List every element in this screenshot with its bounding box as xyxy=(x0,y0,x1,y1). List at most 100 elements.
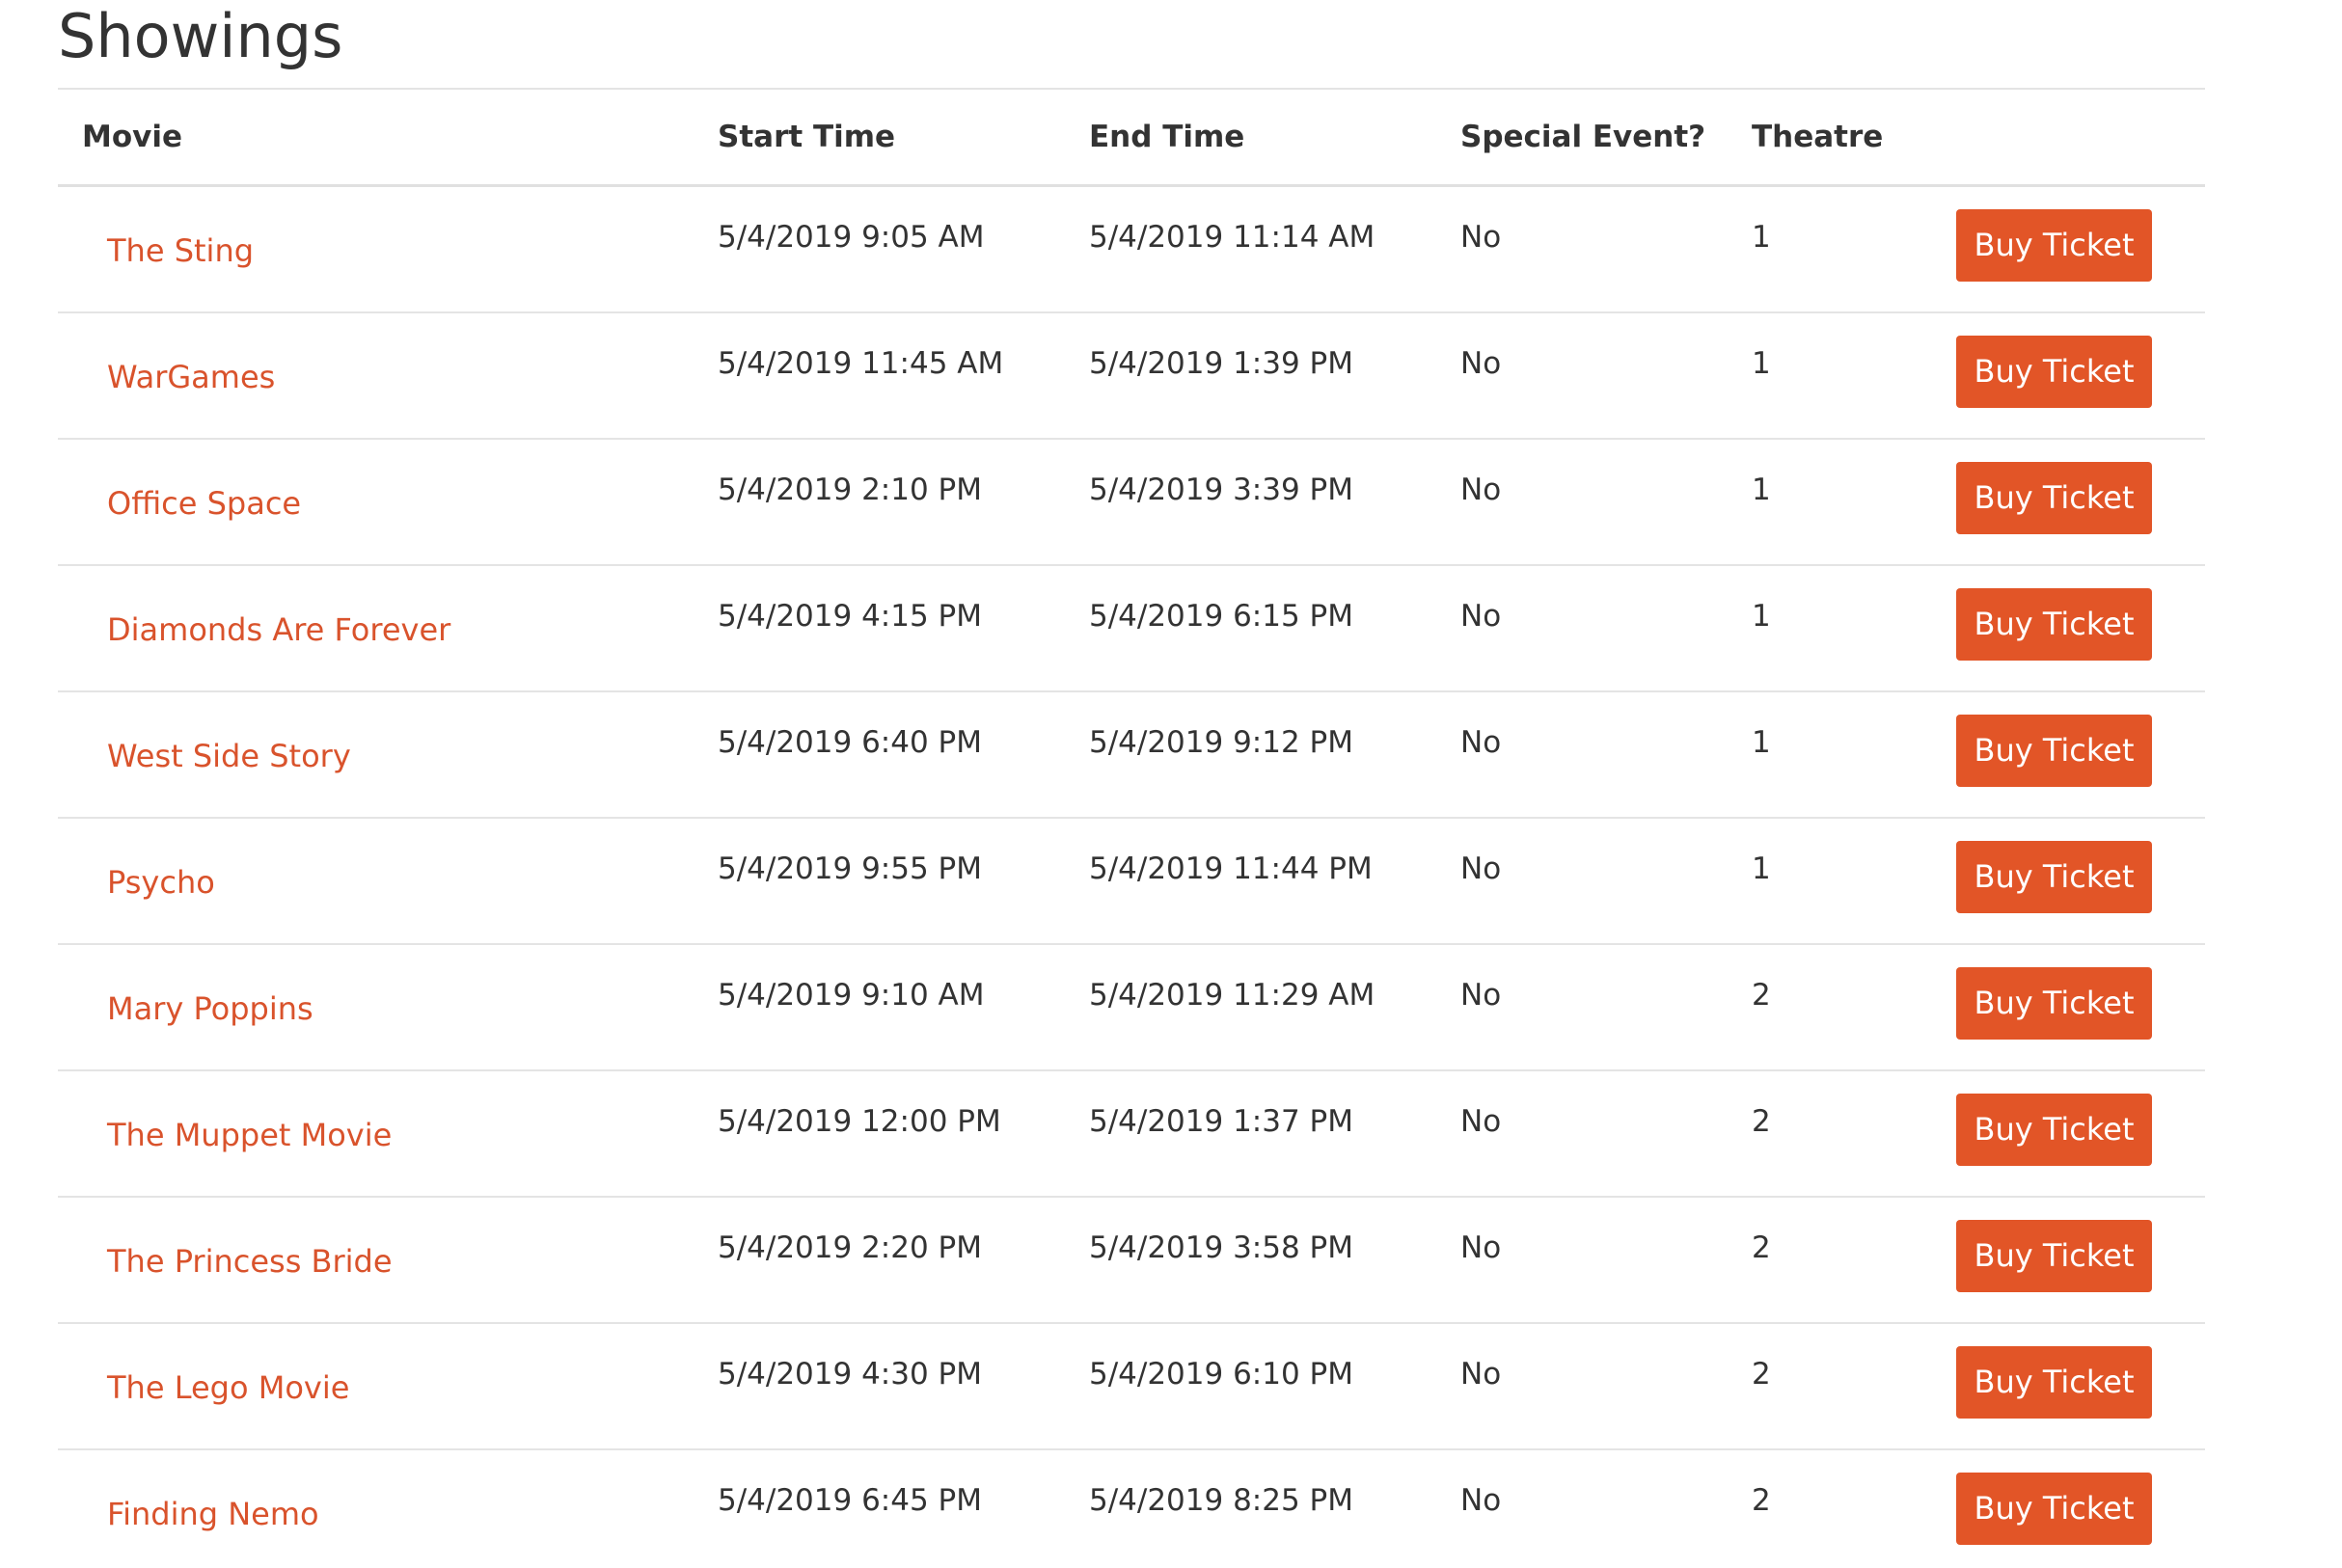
start-time-cell: 5/4/2019 12:00 PM xyxy=(718,1103,1001,1139)
buy-ticket-button[interactable]: Buy Ticket xyxy=(1956,1345,2152,1419)
special-event-cell: No xyxy=(1460,1482,1502,1518)
movie-link[interactable]: WarGames xyxy=(107,359,275,395)
buy-cell: Buy Ticket xyxy=(1935,312,2205,439)
table-row: Finding Nemo 5/4/2019 6:45 PM 5/4/2019 8:2… xyxy=(58,1449,2205,1568)
table-header-row: Movie Start Time End Time Special Event?… xyxy=(58,89,2205,186)
table-header: Movie Start Time End Time Special Event?… xyxy=(58,89,2205,186)
movie-cell: WarGames xyxy=(58,312,718,439)
table-row: WarGames 5/4/2019 11:45 AM 5/4/2019 1:39 P… xyxy=(58,312,2205,439)
start-time-cell: 5/4/2019 6:45 PM xyxy=(718,1482,982,1518)
theatre-cell: 1 xyxy=(1752,598,1771,634)
movie-link[interactable]: Diamonds Are Forever xyxy=(107,611,450,648)
buy-cell: Buy Ticket xyxy=(1935,1197,2205,1323)
end-time-cell: 5/4/2019 6:15 PM xyxy=(1089,598,1353,634)
theatre-cell: 2 xyxy=(1752,1356,1771,1392)
movie-cell: Finding Nemo xyxy=(58,1449,718,1568)
movie-cell: The Muppet Movie xyxy=(58,1070,718,1197)
special-event-cell: No xyxy=(1460,1103,1502,1139)
special-event-cell: No xyxy=(1460,598,1502,634)
start-time-cell: 5/4/2019 11:45 AM xyxy=(718,345,1004,381)
header-theatre: Theatre xyxy=(1752,120,1884,154)
buy-ticket-button[interactable]: Buy Ticket xyxy=(1956,209,2152,282)
movie-cell: The Sting xyxy=(58,186,718,312)
special-event-cell: No xyxy=(1460,220,1502,255)
theatre-cell: 2 xyxy=(1752,1482,1771,1518)
theatre-cell: 1 xyxy=(1752,724,1771,760)
buy-ticket-button[interactable]: Buy Ticket xyxy=(1956,587,2152,661)
table-row: Psycho 5/4/2019 9:55 PM 5/4/2019 11:44 PM N… xyxy=(58,818,2205,944)
buy-ticket-button[interactable]: Buy Ticket xyxy=(1956,1472,2152,1545)
movie-cell: The Princess Bride xyxy=(58,1197,718,1323)
start-time-cell: 5/4/2019 9:05 AM xyxy=(718,220,985,255)
movie-cell: West Side Story xyxy=(58,691,718,818)
table-row: Mary Poppins 5/4/2019 9:10 AM 5/4/2019 11:… xyxy=(58,944,2205,1070)
buy-ticket-button[interactable]: Buy Ticket xyxy=(1956,1093,2152,1166)
page-title: Showings xyxy=(58,1,343,71)
special-event-cell: No xyxy=(1460,724,1502,760)
buy-ticket-button[interactable]: Buy Ticket xyxy=(1956,335,2152,408)
header-end-time: End Time xyxy=(1089,120,1245,154)
buy-ticket-button[interactable]: Buy Ticket xyxy=(1956,714,2152,787)
theatre-cell: 1 xyxy=(1752,345,1771,381)
theatre-cell: 2 xyxy=(1752,977,1771,1013)
theatre-cell: 1 xyxy=(1752,851,1771,886)
table-row: Diamonds Are Forever 5/4/2019 4:15 PM 5/4/… xyxy=(58,565,2205,691)
movie-link[interactable]: The Princess Bride xyxy=(107,1243,393,1280)
movie-cell: Mary Poppins xyxy=(58,944,718,1070)
end-time-cell: 5/4/2019 9:12 PM xyxy=(1089,724,1353,760)
end-time-cell: 5/4/2019 1:39 PM xyxy=(1089,345,1353,381)
table-row: The Princess Bride 5/4/2019 2:20 PM 5/4/20… xyxy=(58,1197,2205,1323)
end-time-cell: 5/4/2019 11:14 AM xyxy=(1089,220,1375,255)
start-time-cell: 5/4/2019 2:10 PM xyxy=(718,472,982,507)
movie-cell: The Lego Movie xyxy=(58,1323,718,1449)
buy-cell: Buy Ticket xyxy=(1935,1070,2205,1197)
showings-table: Movie Start Time End Time Special Event?… xyxy=(58,88,2205,1568)
showings-page: Showings Movie Start Time End Time Speci… xyxy=(0,0,2342,1568)
buy-cell: Buy Ticket xyxy=(1935,1449,2205,1568)
buy-ticket-button[interactable]: Buy Ticket xyxy=(1956,966,2152,1040)
start-time-cell: 5/4/2019 6:40 PM xyxy=(718,724,982,760)
end-time-cell: 5/4/2019 8:25 PM xyxy=(1089,1482,1353,1518)
special-event-cell: No xyxy=(1460,1230,1502,1265)
start-time-cell: 5/4/2019 2:20 PM xyxy=(718,1230,982,1265)
header-actions xyxy=(1935,89,2205,186)
theatre-cell: 1 xyxy=(1752,472,1771,507)
table-row: Office Space 5/4/2019 2:10 PM 5/4/2019 3:3… xyxy=(58,439,2205,565)
movie-link[interactable]: West Side Story xyxy=(107,738,351,774)
end-time-cell: 5/4/2019 11:44 PM xyxy=(1089,851,1373,886)
theatre-cell: 1 xyxy=(1752,220,1771,255)
movie-link[interactable]: Finding Nemo xyxy=(107,1496,319,1532)
movie-link[interactable]: Office Space xyxy=(107,485,301,522)
movie-link[interactable]: The Muppet Movie xyxy=(107,1117,392,1153)
buy-ticket-button[interactable]: Buy Ticket xyxy=(1956,840,2152,913)
header-start-time: Start Time xyxy=(718,120,896,154)
special-event-cell: No xyxy=(1460,977,1502,1013)
start-time-cell: 5/4/2019 9:55 PM xyxy=(718,851,982,886)
movie-link[interactable]: Mary Poppins xyxy=(107,990,313,1027)
movie-link[interactable]: The Sting xyxy=(107,232,254,269)
buy-ticket-button[interactable]: Buy Ticket xyxy=(1956,1219,2152,1292)
buy-cell: Buy Ticket xyxy=(1935,1323,2205,1449)
special-event-cell: No xyxy=(1460,472,1502,507)
table-row: The Muppet Movie 5/4/2019 12:00 PM 5/4/201… xyxy=(58,1070,2205,1197)
movie-cell: Office Space xyxy=(58,439,718,565)
buy-ticket-button[interactable]: Buy Ticket xyxy=(1956,461,2152,534)
movie-cell: Diamonds Are Forever xyxy=(58,565,718,691)
special-event-cell: No xyxy=(1460,851,1502,886)
theatre-cell: 2 xyxy=(1752,1230,1771,1265)
end-time-cell: 5/4/2019 11:29 AM xyxy=(1089,977,1375,1013)
buy-cell: Buy Ticket xyxy=(1935,439,2205,565)
movie-link[interactable]: Psycho xyxy=(107,864,215,901)
movie-link[interactable]: The Lego Movie xyxy=(107,1369,349,1406)
table-row: The Sting 5/4/2019 9:05 AM 5/4/2019 11:14 … xyxy=(58,186,2205,312)
buy-cell: Buy Ticket xyxy=(1935,818,2205,944)
end-time-cell: 5/4/2019 3:58 PM xyxy=(1089,1230,1353,1265)
theatre-cell: 2 xyxy=(1752,1103,1771,1139)
end-time-cell: 5/4/2019 3:39 PM xyxy=(1089,472,1353,507)
start-time-cell: 5/4/2019 4:30 PM xyxy=(718,1356,982,1392)
end-time-cell: 5/4/2019 1:37 PM xyxy=(1089,1103,1353,1139)
special-event-cell: No xyxy=(1460,345,1502,381)
header-movie: Movie xyxy=(82,120,183,154)
end-time-cell: 5/4/2019 6:10 PM xyxy=(1089,1356,1353,1392)
table-row: West Side Story 5/4/2019 6:40 PM 5/4/2019 … xyxy=(58,691,2205,818)
